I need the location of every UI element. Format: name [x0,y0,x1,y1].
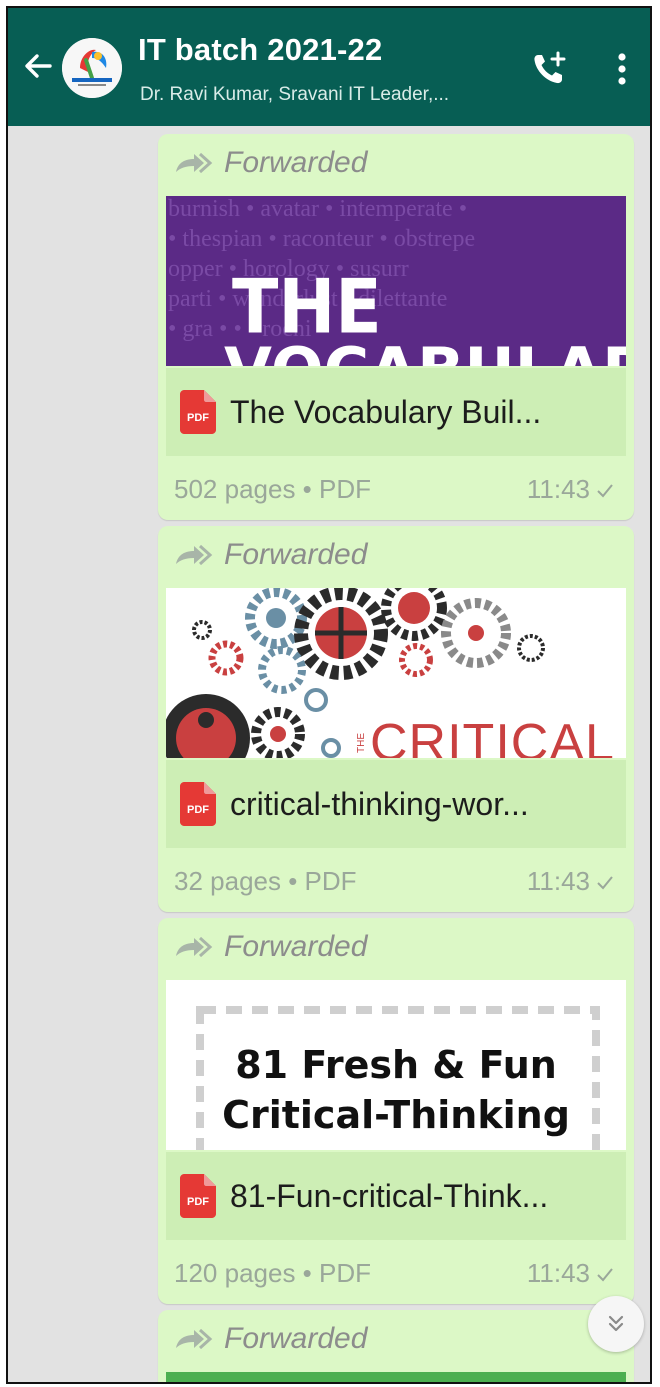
file-name: The Vocabulary Buil... [230,393,542,430]
message-bubble[interactable]: Forwarded [158,526,634,912]
bg-word-line: burnish • avatar • intemperate • [168,196,467,222]
file-meta: 32 pages • PDF [174,866,357,896]
cover-side-text: THE [356,733,367,753]
document-preview-thumbnail[interactable]: THE CRITICAL [166,588,626,758]
chat-participants[interactable]: Dr. Ravi Kumar, Sravani IT Leader,... [140,84,449,106]
file-meta: 502 pages • PDF [174,474,371,504]
more-vert-icon[interactable] [616,52,628,86]
message-time: 11:43 [527,866,614,897]
chat-title[interactable]: IT batch 2021-22 [138,32,382,68]
arrow-left-icon[interactable] [20,48,56,84]
forwarded-label: Forwarded [174,146,367,180]
forward-arrow-icon [176,1328,213,1350]
cover-line-2: Critical-Thinking [222,1093,570,1137]
file-name: critical-thinking-wor... [230,785,529,822]
document-file-row[interactable]: PDF The Vocabulary Buil... [166,368,626,456]
chat-header: IT batch 2021-22 Dr. Ravi Kumar, Sravani… [8,8,650,126]
document-file-row[interactable]: PDF critical-thinking-wor... [166,760,626,848]
message-bubble[interactable]: Forwarded [158,1310,634,1382]
document-preview-thumbnail[interactable]: burnish • avatar • intemperate • • thesp… [166,196,626,366]
forwarded-label: Forwarded [174,1322,367,1356]
add-call-icon[interactable] [530,50,568,88]
message-time: 11:43 [527,1258,614,1289]
double-chevron-down-icon [608,1315,624,1332]
forward-arrow-icon [176,936,213,958]
pdf-file-icon: PDF [180,1174,216,1218]
chat-window: IT batch 2021-22 Dr. Ravi Kumar, Sravani… [6,6,652,1384]
document-file-row[interactable]: PDF 81-Fun-critical-Think... [166,1152,626,1240]
single-check-icon [597,1267,613,1281]
message-time: 11:43 [527,474,614,505]
document-preview-thumbnail[interactable]: 81 Fresh & Fun Critical-Thinking [166,980,626,1150]
message-bubble[interactable]: Forwarded burnish • avatar • intemperate… [158,134,634,520]
forward-arrow-icon [176,152,213,174]
pdf-file-icon: PDF [180,782,216,826]
svg-text:PDF: PDF [187,412,209,424]
file-name: 81-Fun-critical-Think... [230,1177,549,1214]
file-meta: 120 pages • PDF [174,1258,371,1288]
forwarded-label: Forwarded [174,538,367,572]
document-preview-thumbnail[interactable] [166,1372,626,1382]
forwarded-label: Forwarded [174,930,367,964]
svg-text:PDF: PDF [187,1196,209,1208]
bg-word-line: • thespian • raconteur • obstrepe [168,226,475,252]
cover-title-critical: CRITICAL [370,714,615,758]
forward-arrow-icon [176,544,213,566]
single-check-icon [597,875,613,889]
scroll-to-bottom-button[interactable] [588,1296,644,1352]
svg-text:PDF: PDF [187,804,209,816]
cover-line-1: 81 Fresh & Fun [235,1043,557,1087]
message-bubble[interactable]: Forwarded 81 Fresh & Fun Critical-Thinki… [158,918,634,1304]
single-check-icon [597,483,613,497]
pdf-file-icon: PDF [180,390,216,434]
cover-title-vocabulary: VOCABULARY [224,334,626,366]
group-avatar[interactable] [62,38,122,98]
